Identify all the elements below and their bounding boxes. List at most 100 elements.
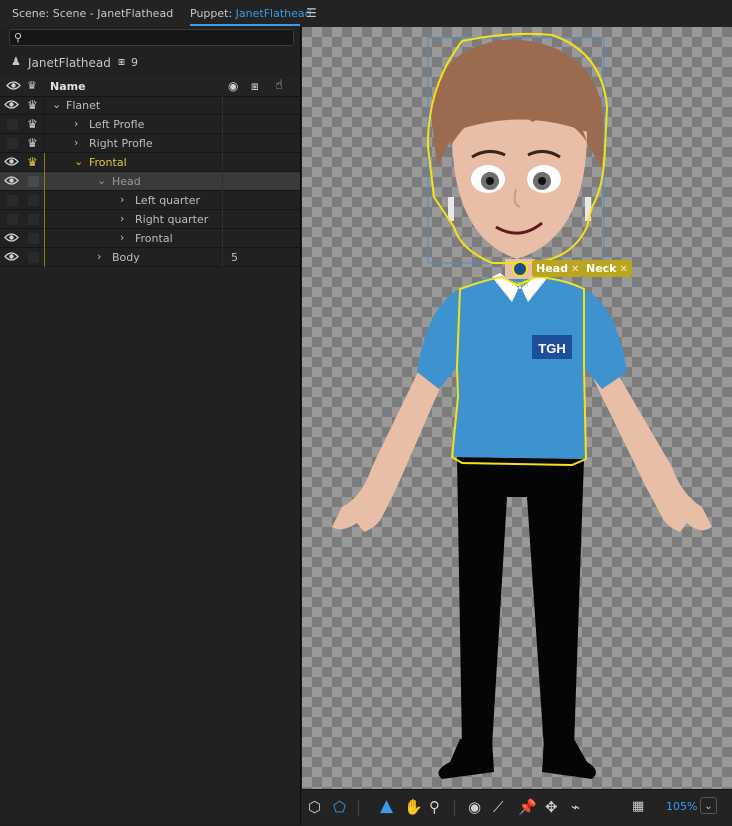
handle-column-icon: ☝ (275, 78, 283, 93)
name-column-header[interactable]: Name (50, 80, 86, 93)
search-icon: ⚲ (14, 31, 23, 44)
shirt (417, 273, 627, 459)
tag-neck[interactable]: Neck ✕ (582, 260, 632, 277)
chevron-right-icon[interactable]: › (74, 136, 78, 149)
hamburger-icon[interactable]: ☰ (306, 6, 317, 20)
crown-icon[interactable]: ♛ (27, 117, 41, 131)
layer-row-right-profle[interactable]: ♛ › Right Profle (0, 134, 300, 153)
puppet-name: JanetFlathead (28, 56, 111, 70)
transparency-grid-icon[interactable]: ▦ (632, 799, 644, 814)
origin-tool-icon[interactable]: ◉ (468, 798, 481, 816)
right-pupil (538, 177, 546, 185)
eye-icon[interactable] (4, 156, 21, 168)
tag-head[interactable]: Head ✕ (532, 260, 584, 277)
move-tool-icon[interactable]: ✥ (545, 798, 558, 816)
active-tab-underline (190, 24, 300, 26)
zoom-tool-icon[interactable]: ⚲ (429, 798, 440, 816)
crown-empty-box[interactable] (28, 176, 39, 187)
tab-scene[interactable]: Scene: Scene - JanetFlathead (12, 7, 173, 20)
crown-empty-box[interactable] (28, 214, 39, 225)
mesh-icon[interactable]: ⬡ (308, 798, 321, 816)
pants (457, 457, 584, 749)
crown-empty-box[interactable] (28, 233, 39, 244)
tree-guide (44, 210, 45, 229)
puppet-layers-panel: ⚲ ♟ JanetFlathead ⧆ 9 ♛ Name ◉ ⧆ ☝ ♛ ⌄ F… (0, 27, 301, 825)
column-divider (222, 134, 223, 153)
hand-tool-icon[interactable]: ✋ (404, 798, 423, 816)
eye-icon[interactable] (4, 251, 21, 263)
panel-tab-bar: Scene: Scene - JanetFlathead Puppet: Jan… (0, 0, 732, 28)
eye-icon[interactable] (4, 99, 21, 111)
layer-label: Flanet (66, 99, 101, 112)
zoom-level[interactable]: 105% (666, 800, 697, 813)
close-icon[interactable]: ✕ (571, 264, 579, 275)
column-divider (222, 153, 223, 172)
chevron-right-icon[interactable]: › (120, 193, 124, 206)
chevron-down-icon[interactable]: ⌄ (74, 155, 83, 168)
crown-icon[interactable]: ♛ (27, 98, 41, 112)
column-divider (222, 248, 223, 267)
stick-tool-icon[interactable]: ⌁ (571, 798, 580, 816)
layer-label: Head (112, 175, 141, 188)
tab-puppet-name: JanetFlathead (235, 7, 312, 20)
layer-row-body[interactable]: › Body 5 (0, 248, 300, 267)
chevron-down-icon[interactable]: ⌄ (97, 174, 106, 187)
chevron-down-icon[interactable]: ⌄ (52, 98, 61, 111)
left-shoe (438, 739, 494, 779)
crown-empty-box[interactable] (28, 195, 39, 206)
column-divider (222, 210, 223, 229)
chevron-right-icon[interactable]: › (97, 250, 101, 263)
outline-icon[interactable]: ⬠ (333, 798, 346, 816)
layer-row-head-frontal[interactable]: › Frontal (0, 229, 300, 248)
trigger-count-badge: 5 (231, 251, 238, 264)
left-earring (448, 197, 454, 221)
eye-icon[interactable] (4, 232, 21, 244)
pin-tool-icon[interactable]: 📌 (518, 798, 537, 816)
layer-row-head[interactable]: ⌄ Head (0, 172, 300, 191)
visibility-column-eye-icon (6, 80, 21, 94)
visibility-empty-box[interactable] (7, 214, 18, 225)
tree-guide (44, 172, 45, 191)
tree-guide (44, 229, 45, 248)
column-divider (222, 191, 223, 210)
close-icon[interactable]: ✕ (620, 264, 628, 275)
tree-guide (44, 96, 45, 115)
tag-neck-label: Neck (586, 262, 617, 275)
handle-tool-icon[interactable]: ⟋ (493, 798, 504, 816)
layer-label: Left Profle (89, 118, 145, 131)
layer-row-left-quarter[interactable]: › Left quarter (0, 191, 300, 210)
layer-row-frontal[interactable]: ♛ ⌄ Frontal (0, 153, 300, 172)
layer-label: Left quarter (135, 194, 201, 207)
eye-icon[interactable] (4, 175, 21, 187)
chevron-down-icon[interactable]: ⌄ (700, 797, 717, 814)
visibility-empty-box[interactable] (7, 195, 18, 206)
visibility-empty-box[interactable] (7, 138, 18, 149)
layer-row-flanet[interactable]: ♛ ⌄ Flanet (0, 96, 300, 115)
tab-puppet-prefix: Puppet: (190, 7, 233, 20)
chevron-right-icon[interactable]: › (120, 212, 124, 225)
puppet-artwork: TGH Head (332, 32, 712, 779)
layer-label: Body (112, 251, 140, 264)
tab-puppet[interactable]: Puppet: JanetFlathead (190, 7, 312, 20)
shirt-logo-text: TGH (538, 341, 565, 356)
chevron-right-icon[interactable]: › (120, 231, 124, 244)
puppet-stage-canvas[interactable]: TGH Head Head ✕ Neck ✕ (302, 27, 732, 789)
visibility-empty-box[interactable] (7, 119, 18, 130)
search-input[interactable] (28, 30, 288, 45)
toolbar-divider (358, 800, 359, 816)
crown-icon[interactable]: ♛ (27, 155, 41, 169)
layer-label: Frontal (135, 232, 173, 245)
selection-tool-icon[interactable]: ▲ (380, 796, 393, 816)
layer-row-left-profle[interactable]: ♛ › Left Profle (0, 115, 300, 134)
crown-empty-box[interactable] (28, 252, 39, 263)
toolbar-divider (454, 800, 455, 816)
layer-row-right-quarter[interactable]: › Right quarter (0, 210, 300, 229)
crown-icon[interactable]: ♛ (27, 136, 41, 150)
chevron-right-icon[interactable]: › (74, 117, 78, 130)
left-pupil (486, 177, 494, 185)
head-handle-label: Head (512, 281, 529, 288)
person-icon: ♟ (11, 55, 21, 68)
column-divider (222, 96, 223, 115)
search-field[interactable]: ⚲ (9, 29, 294, 46)
head-handle-icon[interactable] (512, 261, 528, 277)
